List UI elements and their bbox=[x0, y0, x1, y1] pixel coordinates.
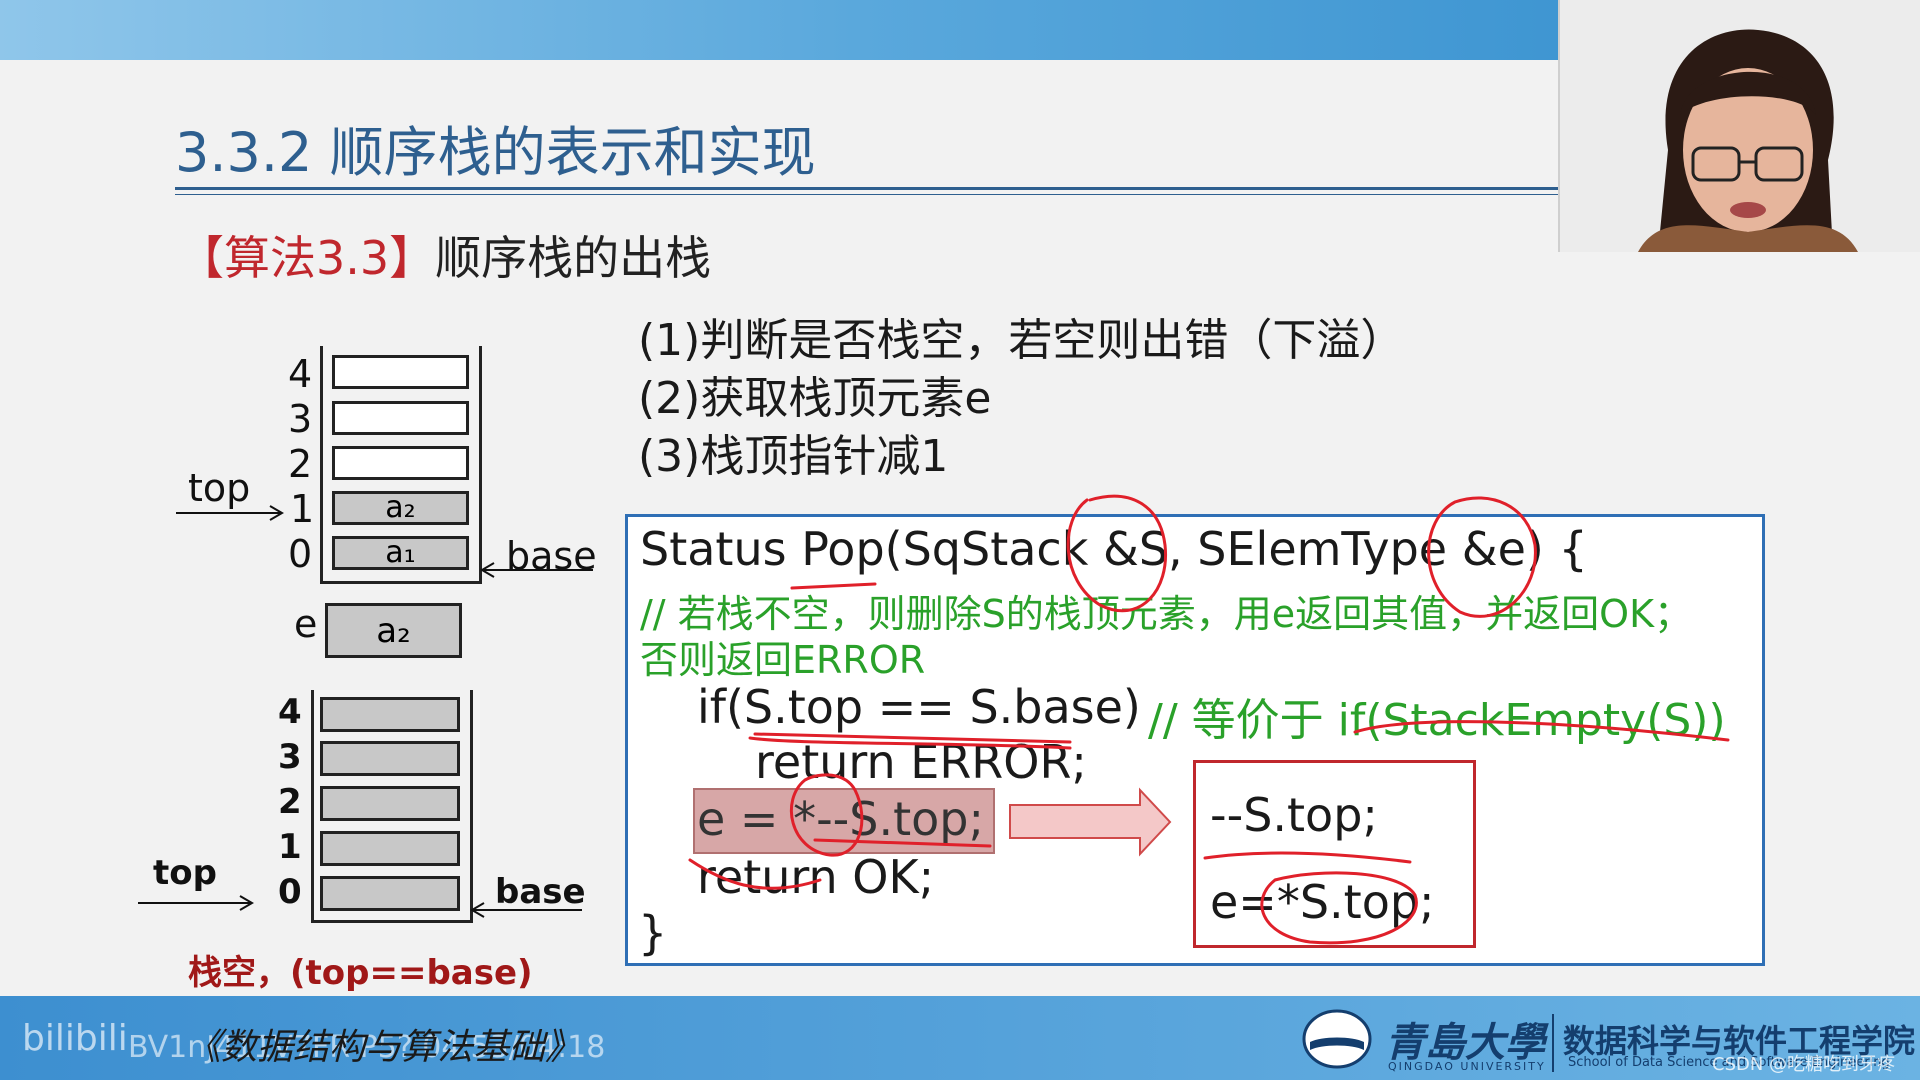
webcam-divider bbox=[1558, 0, 1560, 252]
circle-dereference bbox=[1260, 871, 1418, 945]
presenter-webcam bbox=[1558, 0, 1920, 252]
lecture-video-frame: 3.3.2 顺序栈的表示和实现 【算法3.3】顺序栈的出栈 (1)判断是否栈空，… bbox=[0, 0, 1920, 1080]
circle-decrement bbox=[789, 773, 864, 857]
footer-divider bbox=[1552, 1014, 1554, 1072]
curve-return-ok bbox=[688, 858, 822, 890]
csdn-watermark: CSDN @吃糖吃到牙疼 bbox=[1712, 1054, 1896, 1075]
circle-ampersand-s bbox=[1066, 494, 1168, 613]
presenter-avatar bbox=[1558, 0, 1920, 252]
underline-pop-line bbox=[813, 838, 992, 848]
underline-pop bbox=[790, 582, 877, 590]
underline-decrement bbox=[1203, 851, 1412, 864]
university-name-en: QINGDAO UNIVERSITY bbox=[1388, 1060, 1546, 1073]
university-logo-icon bbox=[1302, 1009, 1372, 1069]
book-title: 《数据结构与算法基础》 bbox=[185, 1027, 582, 1068]
bilibili-watermark: bilibili bbox=[22, 1018, 128, 1059]
underline-stackempty bbox=[1353, 720, 1730, 742]
circle-ampersand-e bbox=[1427, 496, 1537, 618]
